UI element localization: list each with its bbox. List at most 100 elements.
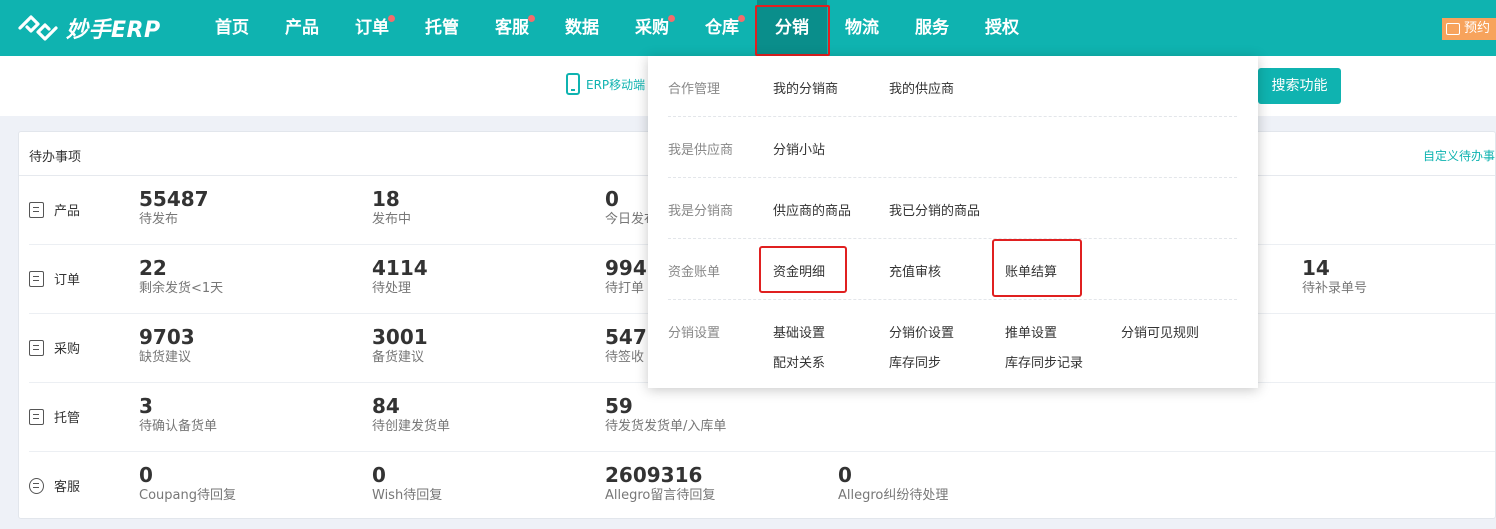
menu-item-basic-settings[interactable]: 基础设置 (773, 322, 825, 341)
nav-item-logistics[interactable]: 物流 (827, 0, 897, 56)
stat-value: 55487 (139, 187, 209, 211)
brand-logo[interactable]: 妙手ERP (16, 11, 161, 45)
stat-label: 待补录单号 (1302, 281, 1368, 296)
service-icon (29, 477, 44, 494)
stat-value: 994 (605, 256, 647, 280)
stat-value: 22 (139, 256, 167, 280)
stat-value: 547 (605, 325, 647, 349)
stat-item[interactable]: 55487 待发布 (139, 176, 209, 229)
stat-value: 3 (139, 394, 153, 418)
menu-section-title: 分销设置 (668, 326, 721, 341)
mobile-app-link[interactable]: ERP移动端 (566, 73, 645, 95)
stat-value: 0 (139, 463, 153, 487)
customize-todo-link[interactable]: 自定义待办事 (1423, 147, 1495, 164)
stat-item[interactable]: 84 待创建发货单 (372, 383, 450, 436)
row-label-text: 托管 (54, 411, 81, 426)
nav-label: 托管 (425, 18, 459, 38)
stat-value: 59 (605, 394, 633, 418)
stat-label: 待发布 (139, 212, 179, 227)
stat-item[interactable]: 59 待发货发货单/入库单 (605, 383, 726, 436)
menu-item-pairing[interactable]: 配对关系 (773, 352, 825, 371)
menu-section-supplier: 我是供应商 分销小站 (668, 117, 1237, 178)
nav-item-home[interactable]: 首页 (197, 0, 267, 56)
stat-item[interactable]: 547 待签收 (605, 314, 647, 367)
stat-label: 缺货建议 (139, 350, 192, 365)
menu-item-bill-settlement[interactable]: 账单结算 (1005, 261, 1057, 280)
nav-label: 授权 (985, 18, 1019, 38)
row-label: 托管 (29, 407, 80, 426)
stat-value: 0 (838, 463, 852, 487)
nav-item-product[interactable]: 产品 (267, 0, 337, 56)
nav-label: 订单 (355, 18, 389, 38)
stat-item[interactable]: 3001 备货建议 (372, 314, 428, 367)
nav-label: 产品 (285, 18, 319, 38)
search-function-button[interactable]: 搜索功能 (1258, 68, 1341, 104)
stat-label: Allegro纠纷待处理 (838, 488, 949, 503)
menu-section-title: 我是供应商 (668, 143, 734, 158)
menu-item-stock-sync-log[interactable]: 库存同步记录 (1005, 352, 1083, 371)
stat-value: 14 (1302, 256, 1330, 280)
stat-value: 18 (372, 187, 400, 211)
menu-item-push-order-settings[interactable]: 推单设置 (1005, 322, 1057, 341)
phone-icon (566, 73, 580, 95)
todo-row-service: 客服 0 Coupang待回复 0 Wish待回复 2609316 Allegro留言… (19, 452, 1495, 521)
stat-item[interactable]: 2609316 Allegro留言待回复 (605, 452, 715, 505)
nav-item-service[interactable]: 客服 (477, 0, 547, 56)
nav-item-distribution[interactable]: 分销 (757, 0, 827, 56)
row-label: 客服 (29, 476, 80, 495)
stat-label: 待处理 (372, 281, 412, 296)
row-label-text: 采购 (54, 342, 81, 357)
nav-item-authorization[interactable]: 授权 (967, 0, 1037, 56)
stat-value: 9703 (139, 325, 195, 349)
menu-item-my-distributors[interactable]: 我的分销商 (773, 78, 838, 97)
menu-item-supplier-products[interactable]: 供应商的商品 (773, 200, 851, 219)
reserve-button[interactable]: 预约 (1442, 18, 1496, 40)
menu-item-price-settings[interactable]: 分销价设置 (889, 322, 954, 341)
stat-label: Allegro留言待回复 (605, 488, 716, 503)
menu-item-stock-sync[interactable]: 库存同步 (889, 352, 941, 371)
stat-item[interactable]: 18 发布中 (372, 176, 411, 229)
stat-item[interactable]: 994 待打单 (605, 245, 647, 298)
stat-value: 3001 (372, 325, 428, 349)
menu-item-recharge-review[interactable]: 充值审核 (889, 261, 941, 280)
nav-label: 物流 (845, 18, 879, 38)
menu-item-visibility-rules[interactable]: 分销可见规则 (1121, 322, 1199, 341)
order-icon (29, 270, 44, 287)
nav-item-hosting[interactable]: 托管 (407, 0, 477, 56)
menu-section-settings: 分销设置 基础设置 分销价设置 推单设置 分销可见规则 配对关系 库存同步 库存… (668, 300, 1237, 388)
notification-dot (668, 15, 675, 22)
nav-item-services[interactable]: 服务 (897, 0, 967, 56)
stat-label: 待确认备货单 (139, 419, 218, 434)
stat-item[interactable]: 4114 待处理 (372, 245, 428, 298)
stat-label: 待打单 (605, 281, 645, 296)
stat-item[interactable]: 9703 缺货建议 (139, 314, 195, 367)
stat-item[interactable]: 0 Allegro纠纷待处理 (838, 452, 948, 505)
menu-section-distributor: 我是分销商 供应商的商品 我已分销的商品 (668, 178, 1237, 239)
stat-item[interactable]: 0 Coupang待回复 (139, 452, 236, 505)
panel-title: 待办事项 (29, 150, 82, 165)
stat-label: 发布中 (372, 212, 412, 227)
brand-name: 妙手ERP (66, 18, 161, 43)
row-label-text: 客服 (54, 480, 81, 495)
menu-item-distributed-products[interactable]: 我已分销的商品 (889, 200, 980, 219)
row-label: 产品 (29, 200, 80, 219)
nav-item-warehouse[interactable]: 仓库 (687, 0, 757, 56)
notification-dot (388, 15, 395, 22)
stat-item[interactable]: 3 待确认备货单 (139, 383, 217, 436)
menu-item-my-suppliers[interactable]: 我的供应商 (889, 78, 954, 97)
menu-item-fund-details[interactable]: 资金明细 (773, 261, 825, 280)
stat-item[interactable]: 14 待补录单号 (1302, 245, 1367, 298)
nav-item-data[interactable]: 数据 (547, 0, 617, 56)
menu-section-finance: 资金账单 资金明细 充值审核 账单结算 (668, 239, 1237, 300)
stat-item[interactable]: 0 Wish待回复 (372, 452, 442, 505)
stat-item[interactable]: 22 剩余发货<1天 (139, 245, 223, 298)
nav-item-order[interactable]: 订单 (337, 0, 407, 56)
menu-section-title: 我是分销商 (668, 204, 734, 219)
stat-value: 84 (372, 394, 400, 418)
distribution-dropdown-menu: 合作管理 我的分销商 我的供应商 我是供应商 分销小站 我是分销商 供应商的商品… (648, 56, 1258, 388)
nav-item-purchase[interactable]: 采购 (617, 0, 687, 56)
product-icon (29, 201, 44, 218)
menu-section-title: 合作管理 (668, 82, 721, 97)
stat-label: Coupang待回复 (139, 488, 236, 503)
menu-item-distribution-site[interactable]: 分销小站 (773, 139, 825, 158)
